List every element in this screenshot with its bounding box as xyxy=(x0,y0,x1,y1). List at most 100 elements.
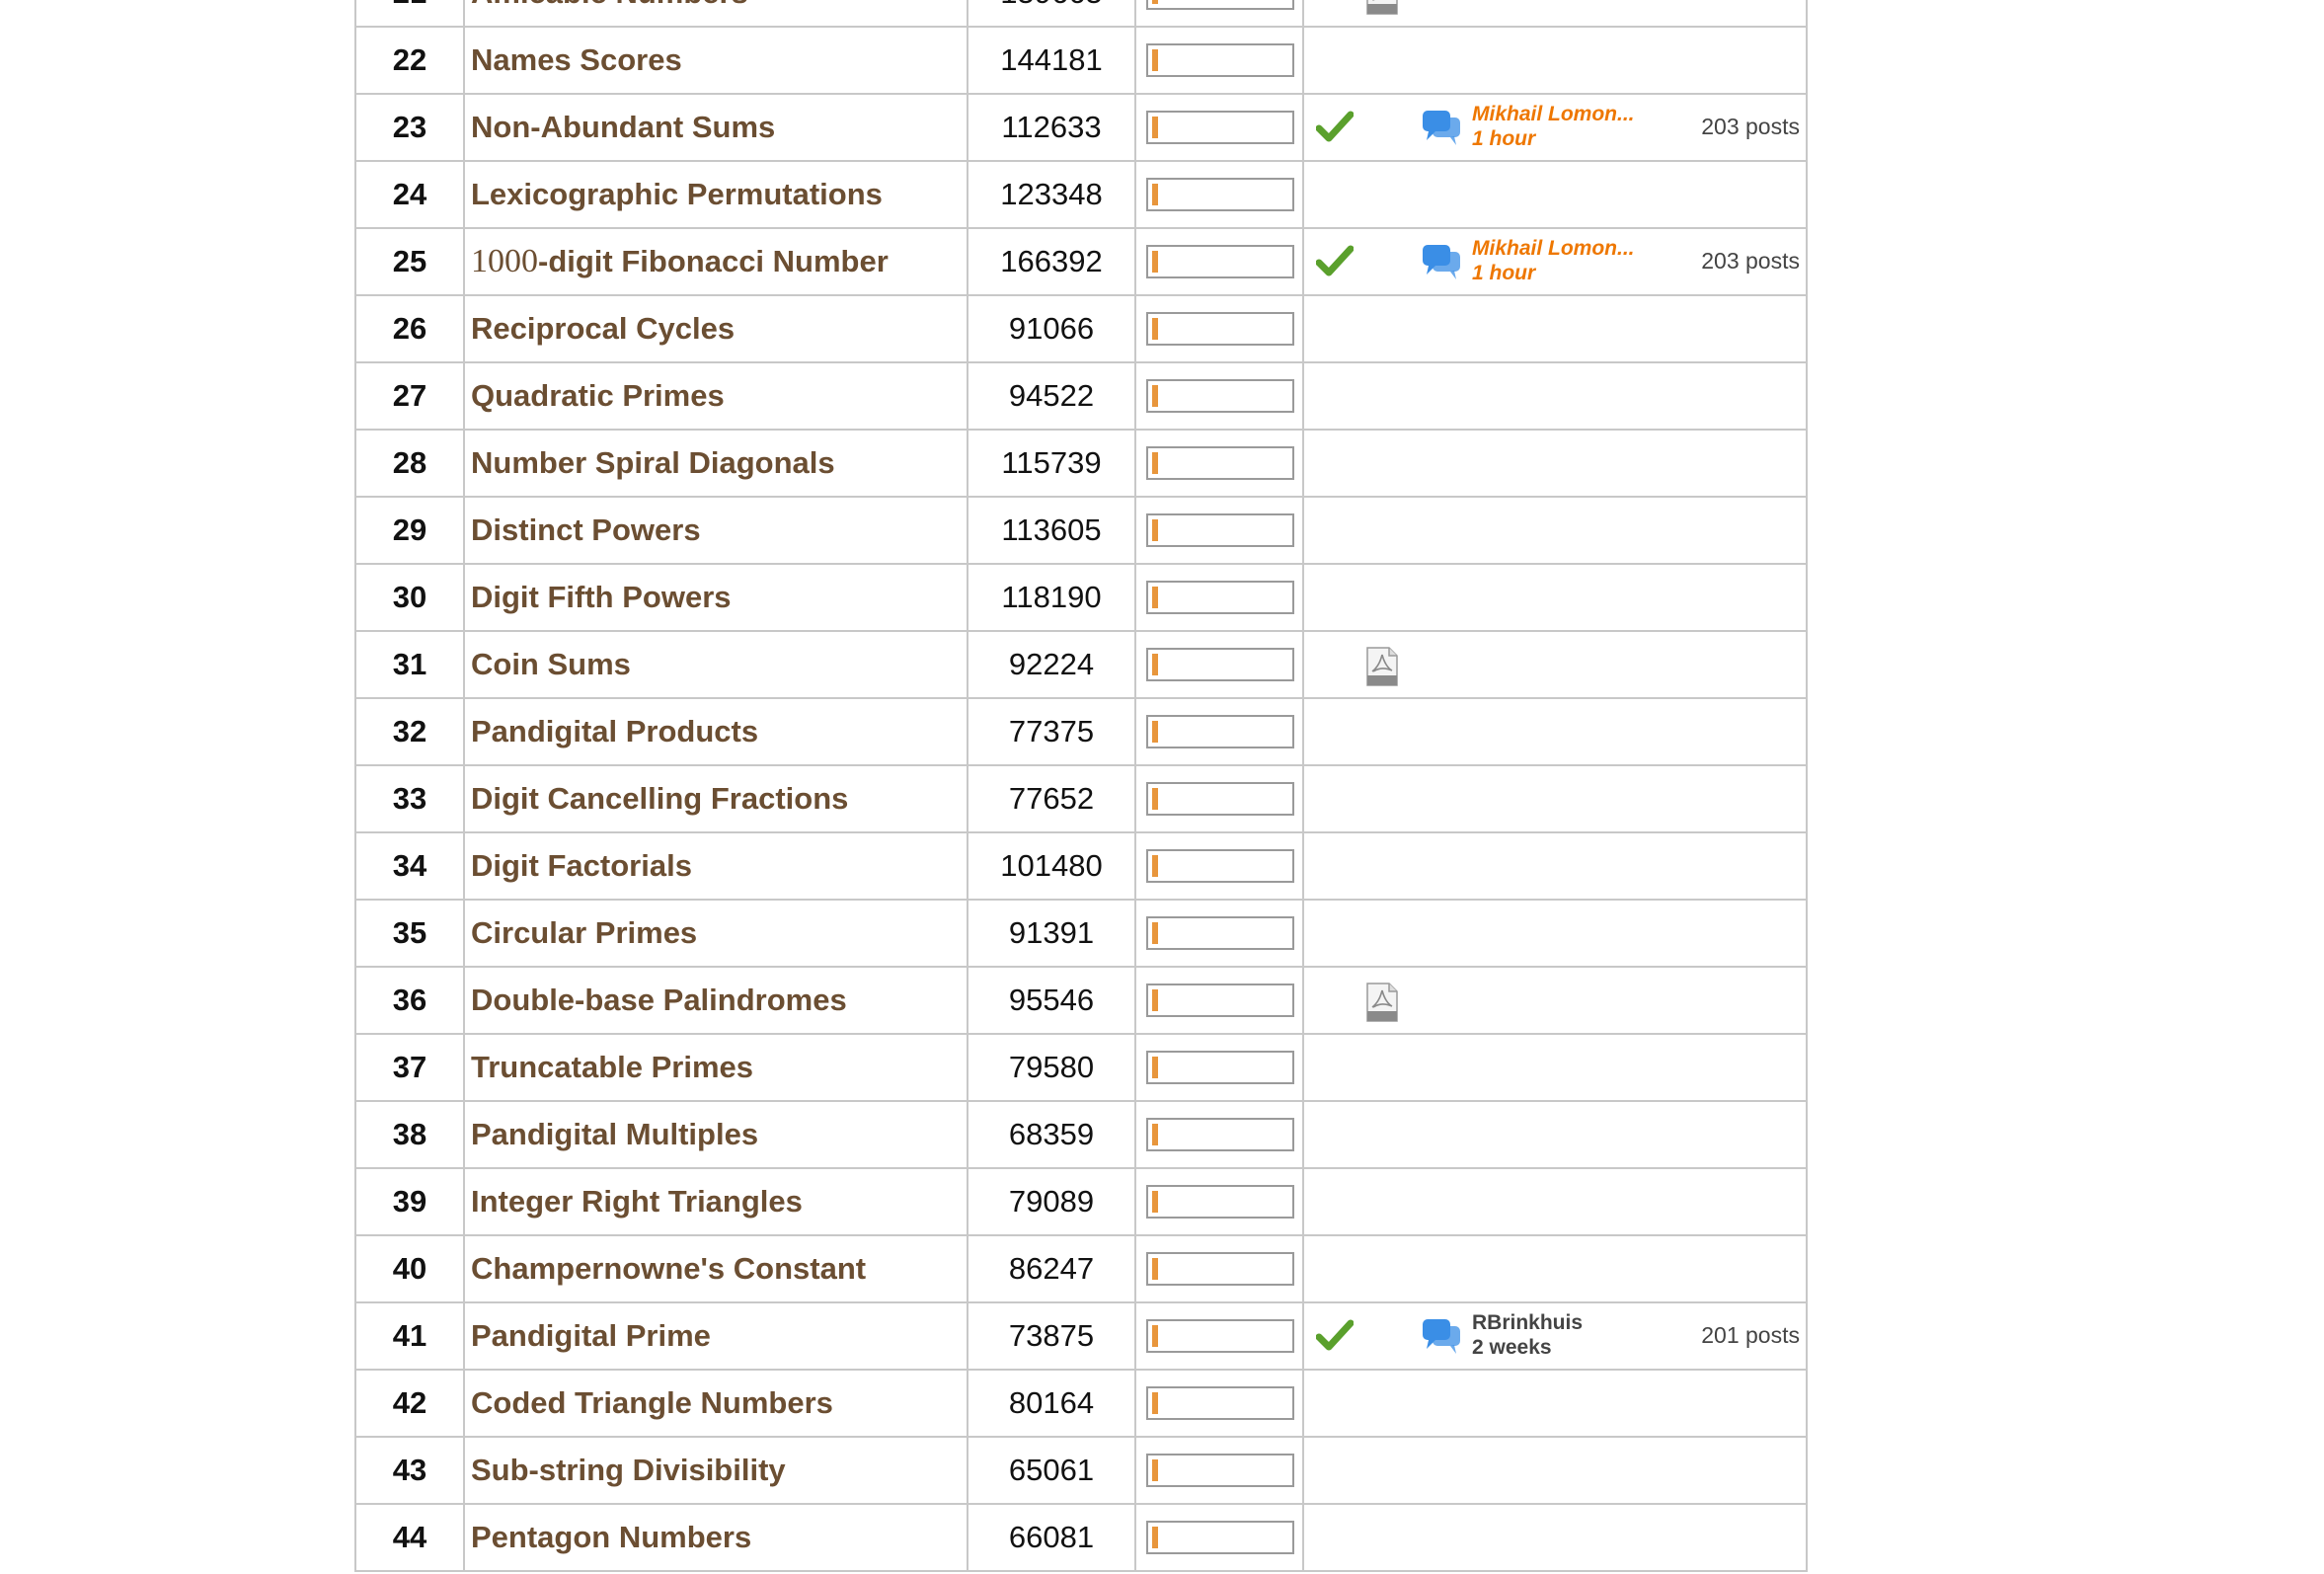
extras-wrap: RBrinkhuis 2 weeks 201 posts xyxy=(1304,1304,1806,1368)
problem-title-cell: Digit Factorials xyxy=(463,831,968,901)
problem-title-link[interactable]: Sub-string Divisibility xyxy=(471,1453,786,1487)
problem-id: 22 xyxy=(354,26,465,95)
problem-row: 41 Pandigital Prime 73875 RBrinkhuis 2 we… xyxy=(354,1301,1808,1371)
problem-title-cell: Amicable Numbers xyxy=(463,0,968,28)
problem-title-link[interactable]: Champernowne's Constant xyxy=(471,1251,866,1286)
extras-cell xyxy=(1302,160,1808,229)
problem-title-link[interactable]: Number Spiral Diagonals xyxy=(471,445,835,480)
problem-title-text: Coded Triangle Numbers xyxy=(471,1385,833,1420)
progress-cell xyxy=(1134,697,1304,766)
problem-title-link[interactable]: Circular Primes xyxy=(471,915,697,950)
problem-title-cell: Pandigital Prime xyxy=(463,1301,968,1371)
problem-row: 38 Pandigital Multiples 68359 xyxy=(354,1100,1808,1169)
extras-wrap xyxy=(1304,1103,1806,1166)
problem-title-cell: Champernowne's Constant xyxy=(463,1234,968,1303)
problem-title-link[interactable]: Quadratic Primes xyxy=(471,378,725,413)
progress-bar-fill xyxy=(1152,49,1158,71)
solved-by-count: 113605 xyxy=(967,496,1136,565)
problem-title-link[interactable]: Coded Triangle Numbers xyxy=(471,1385,833,1420)
problem-title-text: Lexicographic Permutations xyxy=(471,177,883,211)
extras-wrap xyxy=(1304,902,1806,965)
pdf-icon[interactable] xyxy=(1365,647,1399,686)
problem-title-link[interactable]: Amicable Numbers xyxy=(471,0,748,10)
progress-bar-fill xyxy=(1152,385,1158,407)
extras-cell xyxy=(1302,1436,1808,1505)
progress-bar xyxy=(1146,513,1294,547)
forum-last-post[interactable]: Mikhail Lomon... 1 hour xyxy=(1472,236,1635,285)
problem-title-text: Truncatable Primes xyxy=(471,1050,754,1084)
solved-by-count: 66081 xyxy=(967,1503,1136,1572)
extras-cell xyxy=(1302,0,1808,28)
progress-bar xyxy=(1146,1386,1294,1420)
problem-title-link[interactable]: Pandigital Multiples xyxy=(471,1117,758,1151)
extras-cell xyxy=(1302,361,1808,431)
progress-bar-fill xyxy=(1152,117,1158,138)
progress-cell xyxy=(1134,496,1304,565)
pdf-icon[interactable] xyxy=(1365,983,1399,1022)
extras-wrap xyxy=(1304,1170,1806,1233)
chat-bubbles-icon[interactable] xyxy=(1421,1316,1462,1358)
extras-cell: Mikhail Lomon... 1 hour 203 posts xyxy=(1302,227,1808,296)
forum-last-post[interactable]: RBrinkhuis 2 weeks xyxy=(1472,1310,1583,1360)
progress-bar xyxy=(1146,1051,1294,1084)
problem-id: 35 xyxy=(354,899,465,968)
extras-wrap xyxy=(1304,432,1806,495)
problem-title-link[interactable]: Double-base Palindromes xyxy=(471,983,847,1017)
problem-title-link[interactable]: Digit Cancelling Fractions xyxy=(471,781,848,816)
check-icon xyxy=(1316,245,1354,276)
progress-bar-fill xyxy=(1152,519,1158,541)
problem-title-link[interactable]: Distinct Powers xyxy=(471,512,701,547)
pdf-icon[interactable] xyxy=(1365,0,1399,15)
problem-row: 24 Lexicographic Permutations 123348 xyxy=(354,160,1808,229)
progress-bar-fill xyxy=(1152,1258,1158,1280)
progress-bar-fill xyxy=(1152,452,1158,474)
chat-bubbles-icon[interactable] xyxy=(1421,242,1462,283)
solved-by-count: 94522 xyxy=(967,361,1136,431)
problem-title-link[interactable]: Reciprocal Cycles xyxy=(471,311,735,346)
problem-title-link[interactable]: Digit Factorials xyxy=(471,848,692,883)
problem-title-link[interactable]: Pandigital Prime xyxy=(471,1318,711,1353)
progress-bar-fill xyxy=(1152,1325,1158,1347)
problem-title-cell: Non-Abundant Sums xyxy=(463,93,968,162)
problem-title-link[interactable]: Digit Fifth Powers xyxy=(471,580,732,614)
problem-title-text: Pentagon Numbers xyxy=(471,1520,752,1554)
problem-title-link[interactable]: Pentagon Numbers xyxy=(471,1520,751,1554)
extras-wrap xyxy=(1304,297,1806,360)
problem-id: 38 xyxy=(354,1100,465,1169)
problem-row: 30 Digit Fifth Powers 118190 xyxy=(354,563,1808,632)
solved-by-count: 92224 xyxy=(967,630,1136,699)
problem-title-link[interactable]: 1000-digit Fibonacci Number xyxy=(471,243,889,279)
progress-bar xyxy=(1146,581,1294,614)
problem-title-cell: Digit Fifth Powers xyxy=(463,563,968,632)
problem-id: 42 xyxy=(354,1369,465,1438)
solved-by-count: 101480 xyxy=(967,831,1136,901)
progress-bar xyxy=(1146,111,1294,144)
problem-title-link[interactable]: Coin Sums xyxy=(471,647,631,681)
progress-bar-fill xyxy=(1152,922,1158,944)
problem-title-link[interactable]: Integer Right Triangles xyxy=(471,1184,803,1219)
chat-bubbles-icon[interactable] xyxy=(1421,108,1462,149)
problem-title-link[interactable]: Lexicographic Permutations xyxy=(471,177,883,211)
problem-row: 25 1000-digit Fibonacci Number 166392 Mi… xyxy=(354,227,1808,296)
problem-title-link[interactable]: Pandigital Products xyxy=(471,714,758,748)
progress-cell xyxy=(1134,764,1304,833)
problem-title-link[interactable]: Non-Abundant Sums xyxy=(471,110,775,144)
solved-by-count: 77652 xyxy=(967,764,1136,833)
problem-id: 37 xyxy=(354,1033,465,1102)
forum-posts-count: 201 posts xyxy=(1701,1322,1800,1348)
forum-last-post[interactable]: Mikhail Lomon... 1 hour xyxy=(1472,102,1635,151)
problem-title-link[interactable]: Names Scores xyxy=(471,42,682,77)
problem-title-cell: Number Spiral Diagonals xyxy=(463,429,968,498)
extras-cell xyxy=(1302,1100,1808,1169)
problem-title-text: Circular Primes xyxy=(471,915,698,950)
problem-title-link[interactable]: Truncatable Primes xyxy=(471,1050,753,1084)
extras-cell xyxy=(1302,496,1808,565)
extras-wrap: Mikhail Lomon... 1 hour 203 posts xyxy=(1304,230,1806,293)
solved-by-count: 118190 xyxy=(967,563,1136,632)
problem-title-cell: Pandigital Products xyxy=(463,697,968,766)
extras-wrap xyxy=(1304,700,1806,763)
problem-row: 34 Digit Factorials 101480 xyxy=(354,831,1808,901)
progress-bar xyxy=(1146,178,1294,211)
progress-cell xyxy=(1134,899,1304,968)
extras-cell xyxy=(1302,1234,1808,1303)
